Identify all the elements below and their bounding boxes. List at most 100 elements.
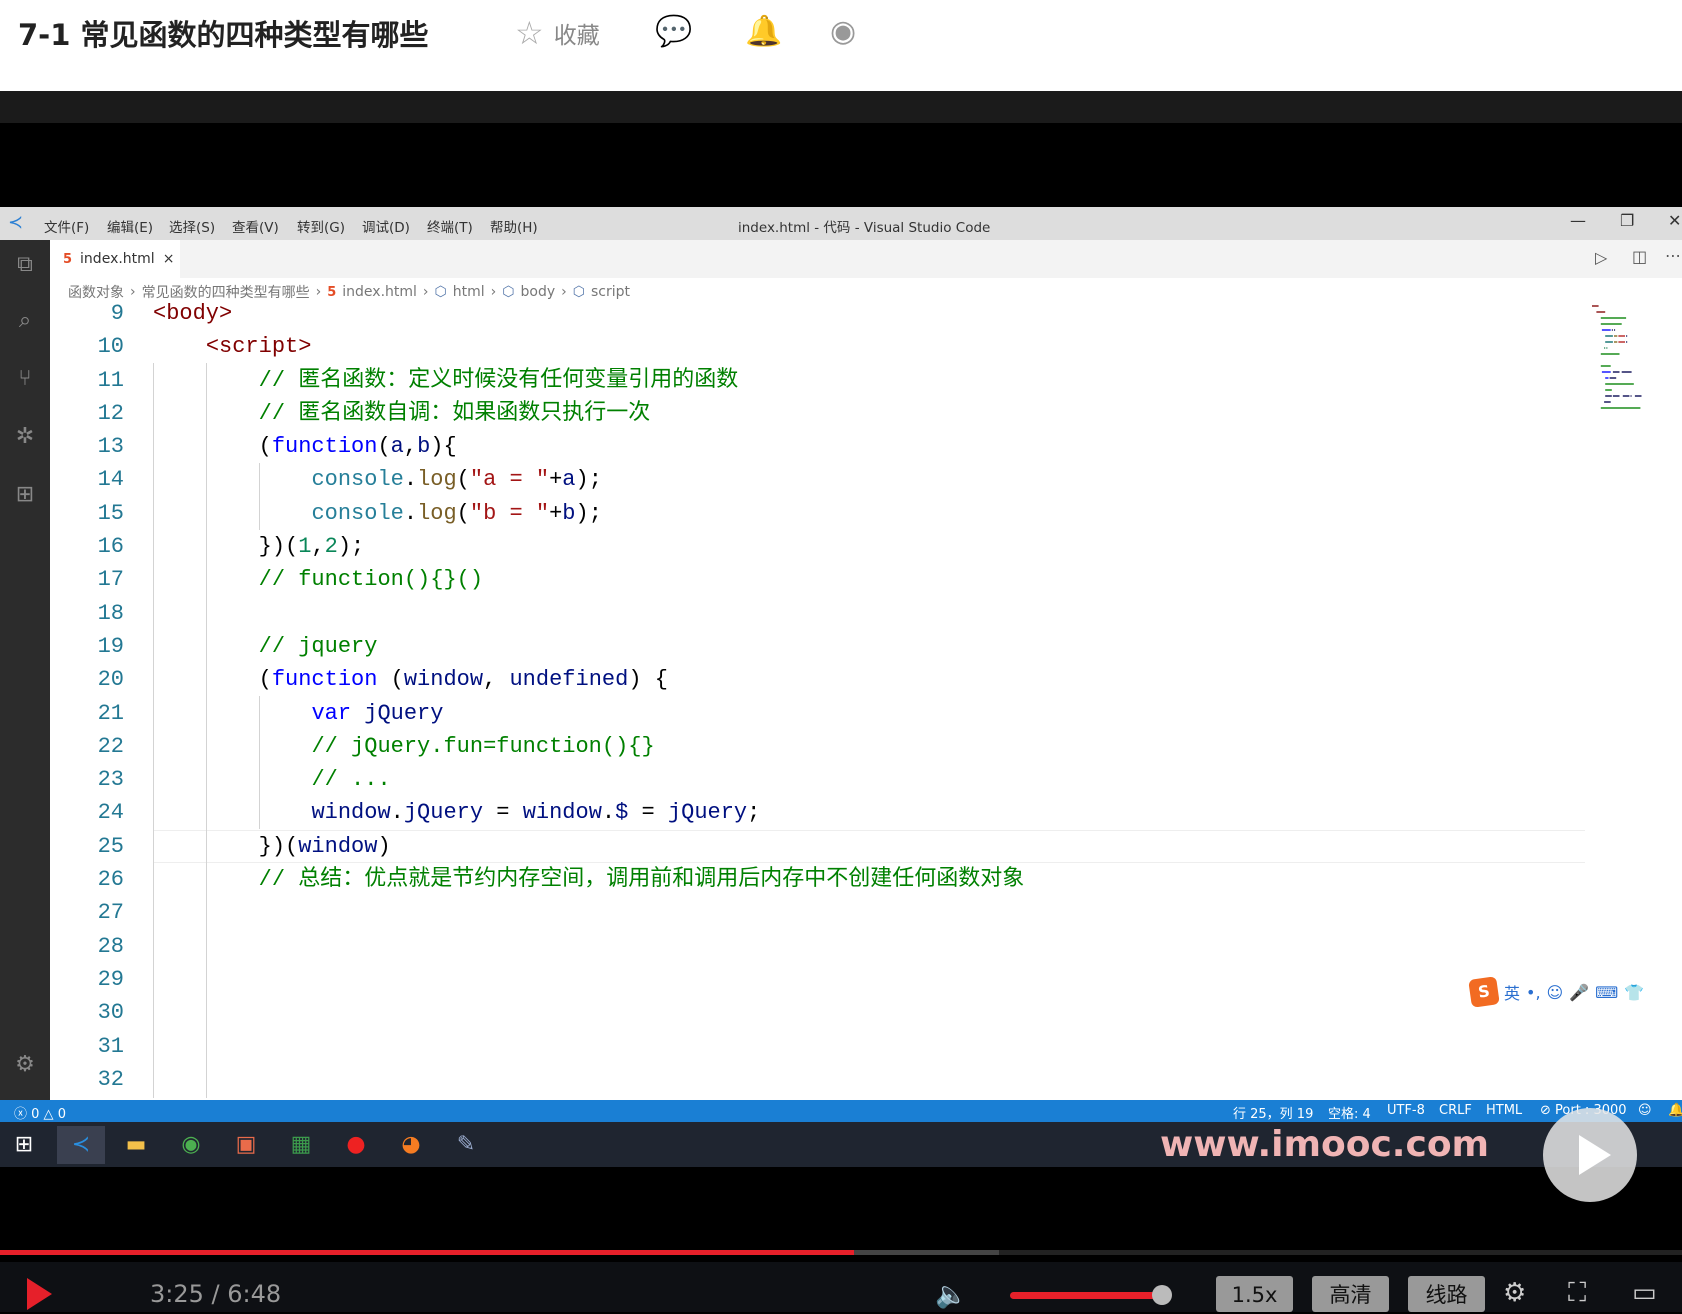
code-line[interactable]: 32 bbox=[50, 1063, 1580, 1096]
code-line[interactable]: 29 bbox=[50, 963, 1580, 996]
video-top-bar bbox=[0, 91, 1682, 123]
minimap-mark bbox=[1604, 347, 1606, 349]
code-line[interactable]: 25 })(window) bbox=[50, 830, 1580, 863]
code-editor[interactable]: 9 <body> 10 <script> 11 // 匿名函数：定义时候没有任何变量引… bbox=[50, 297, 1580, 1096]
minimap-mark bbox=[1600, 317, 1627, 319]
close-window-button[interactable]: ✕ bbox=[1668, 211, 1681, 230]
firefox-icon[interactable]: ◕ bbox=[387, 1126, 435, 1164]
minimap[interactable] bbox=[1592, 305, 1662, 470]
code-line[interactable]: 26 // 总结：优点就是节约内存空间，调用前和调用后内存中不创建任何函数对象 bbox=[50, 863, 1580, 896]
code-line[interactable]: 15 console.log("b = "+b); bbox=[50, 497, 1580, 530]
search-icon[interactable]: ⌕ bbox=[10, 308, 40, 338]
speed-button[interactable]: 1.5x bbox=[1216, 1276, 1293, 1312]
settings-gear-icon[interactable]: ⚙ bbox=[10, 1052, 40, 1082]
file-explorer-icon[interactable]: ▬ bbox=[112, 1126, 160, 1164]
wechat-icon[interactable]: 💬 bbox=[655, 14, 692, 49]
ime-punct[interactable]: •, bbox=[1526, 983, 1541, 1002]
code-line[interactable]: 22 // jQuery.fun=function(){} bbox=[50, 730, 1580, 763]
ime-lang[interactable]: 英 bbox=[1504, 980, 1520, 1004]
minimap-mark bbox=[1618, 335, 1625, 337]
more-actions-icon[interactable]: ⋯ bbox=[1665, 246, 1681, 265]
volume-icon[interactable]: 🔈 bbox=[935, 1280, 967, 1310]
windows-start-icon[interactable]: ⊞ bbox=[0, 1126, 48, 1164]
progress-played bbox=[0, 1250, 855, 1255]
minimap-mark bbox=[1605, 335, 1613, 337]
line-source: // ... bbox=[311, 767, 391, 793]
route-button[interactable]: 线路 bbox=[1408, 1276, 1485, 1312]
fullscreen-icon[interactable]: ⛶ bbox=[1568, 1278, 1586, 1309]
keyboard-icon[interactable]: ⌨ bbox=[1595, 983, 1618, 1002]
settings-gear-icon[interactable]: ⚙ bbox=[1503, 1278, 1526, 1308]
quality-button[interactable]: 高清 bbox=[1312, 1276, 1389, 1312]
skin-icon[interactable]: 👕 bbox=[1624, 983, 1644, 1002]
powerpoint-icon[interactable]: ▣ bbox=[222, 1126, 270, 1164]
menu-file[interactable]: 文件(F) bbox=[44, 216, 89, 236]
explorer-icon[interactable]: ⧉ bbox=[10, 252, 40, 282]
chrome-icon[interactable]: ◉ bbox=[167, 1126, 215, 1164]
line-source: window.jQuery = window.$ = jQuery; bbox=[311, 800, 761, 826]
extensions-icon[interactable]: ⊞ bbox=[10, 482, 40, 512]
source-control-icon[interactable]: ⑂ bbox=[10, 366, 40, 396]
menu-view[interactable]: 查看(V) bbox=[232, 216, 279, 236]
code-line[interactable]: 23 // ... bbox=[50, 763, 1580, 796]
code-line[interactable]: 27 bbox=[50, 896, 1580, 929]
minimap-mark bbox=[1605, 389, 1612, 391]
code-line[interactable]: 10 <script> bbox=[50, 330, 1580, 363]
big-play-button[interactable] bbox=[1543, 1108, 1637, 1202]
paint-icon[interactable]: ✎ bbox=[442, 1126, 490, 1164]
emoji-icon[interactable]: ☺ bbox=[1547, 983, 1564, 1002]
code-line[interactable]: 13 (function(a,b){ bbox=[50, 430, 1580, 463]
menu-goto[interactable]: 转到(G) bbox=[297, 216, 345, 236]
tab-close-button[interactable]: × bbox=[163, 251, 175, 267]
code-line[interactable]: 16 })(1,2); bbox=[50, 530, 1580, 563]
feedback-smiley-icon[interactable]: ☺ bbox=[1638, 1103, 1652, 1118]
menu-help[interactable]: 帮助(H) bbox=[490, 216, 538, 236]
menu-terminal[interactable]: 终端(T) bbox=[427, 216, 473, 236]
code-line[interactable]: 20 (function (window, undefined) { bbox=[50, 663, 1580, 696]
time-display: 3:25 / 6:48 bbox=[150, 1280, 282, 1308]
play-icon[interactable] bbox=[27, 1278, 52, 1310]
restore-button[interactable]: ❐ bbox=[1620, 211, 1634, 230]
minimap-mark bbox=[1634, 395, 1642, 397]
code-line[interactable]: 24 window.jQuery = window.$ = jQuery; bbox=[50, 796, 1580, 829]
debug-icon[interactable]: ✲ bbox=[10, 424, 40, 454]
code-line[interactable]: 11 // 匿名函数：定义时候没有任何变量引用的函数 bbox=[50, 364, 1580, 397]
star-icon: ☆ bbox=[515, 14, 544, 52]
code-line[interactable]: 31 bbox=[50, 1030, 1580, 1063]
menu-edit[interactable]: 编辑(E) bbox=[107, 216, 153, 236]
notifications-bell-icon[interactable]: 🔔 bbox=[1668, 1103, 1682, 1118]
code-line[interactable]: 14 console.log("a = "+a); bbox=[50, 463, 1580, 496]
recorder-icon[interactable]: ● bbox=[332, 1126, 380, 1164]
minimap-mark bbox=[1600, 323, 1622, 325]
qq-icon[interactable]: 🔔 bbox=[745, 14, 782, 49]
line-ending[interactable]: CRLF bbox=[1439, 1103, 1472, 1118]
encoding[interactable]: UTF-8 bbox=[1387, 1103, 1425, 1118]
code-line[interactable]: 17 // function(){}() bbox=[50, 563, 1580, 596]
code-line[interactable]: 12 // 匿名函数自调：如果函数只执行一次 bbox=[50, 397, 1580, 430]
weibo-icon[interactable]: ◉ bbox=[830, 14, 856, 49]
menu-debug[interactable]: 调试(D) bbox=[362, 216, 410, 236]
split-editor-icon[interactable]: ◫ bbox=[1632, 247, 1647, 266]
code-line[interactable]: 18 bbox=[50, 597, 1580, 630]
picture-in-picture-icon[interactable]: ▭ bbox=[1632, 1278, 1657, 1308]
code-line[interactable]: 21 var jQuery bbox=[50, 697, 1580, 730]
line-source: // 匿名函数：定义时候没有任何变量引用的函数 bbox=[258, 367, 739, 393]
problems-indicator[interactable]: ⓧ 0 △ 0 bbox=[14, 1103, 66, 1122]
indentation[interactable]: 空格: 4 bbox=[1328, 1103, 1371, 1122]
code-line[interactable]: 9 <body> bbox=[50, 297, 1580, 330]
volume-slider[interactable] bbox=[1010, 1292, 1162, 1299]
menu-select[interactable]: 选择(S) bbox=[169, 216, 215, 236]
code-line[interactable]: 28 bbox=[50, 930, 1580, 963]
cursor-position[interactable]: 行 25，列 19 bbox=[1233, 1103, 1313, 1122]
tab-index-html[interactable]: 5 index.html × bbox=[50, 240, 180, 278]
minimize-button[interactable]: — bbox=[1570, 211, 1586, 230]
volume-slider-handle[interactable] bbox=[1152, 1285, 1172, 1305]
code-line[interactable]: 30 bbox=[50, 996, 1580, 1029]
language-mode[interactable]: HTML bbox=[1486, 1103, 1522, 1118]
microphone-icon[interactable]: 🎤 bbox=[1569, 983, 1589, 1002]
excel-icon[interactable]: ▦ bbox=[277, 1126, 325, 1164]
vscode-taskbar-icon[interactable]: ≺ bbox=[57, 1126, 105, 1164]
favorite-button[interactable]: ☆ 收藏 bbox=[515, 14, 600, 52]
code-line[interactable]: 19 // jquery bbox=[50, 630, 1580, 663]
run-icon[interactable]: ▷ bbox=[1595, 248, 1607, 267]
